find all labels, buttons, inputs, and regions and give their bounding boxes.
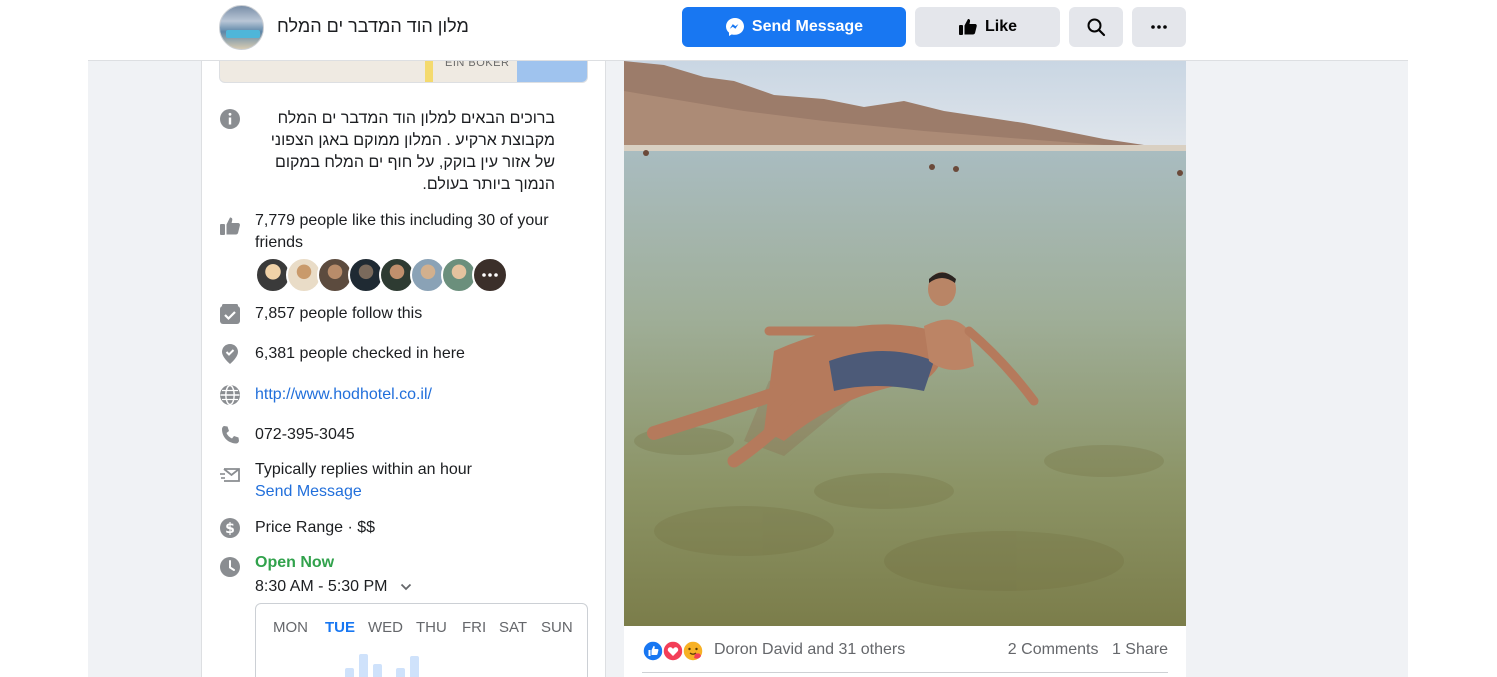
messenger-icon <box>725 18 744 36</box>
like-button[interactable]: Like <box>915 7 1060 47</box>
day-sat[interactable]: SAT <box>499 619 527 636</box>
reactors-text[interactable]: Doron David and 31 others <box>714 640 905 660</box>
day-thu[interactable]: THU <box>416 619 447 636</box>
hours-dropdown[interactable]: 8:30 AM - 5:30 PM <box>255 576 412 598</box>
chevron-down-icon <box>400 583 412 591</box>
response-time: Typically replies within an hour <box>255 461 472 478</box>
send-message-link[interactable]: Send Message <box>255 481 362 503</box>
ellipsis-icon <box>482 273 498 277</box>
day-tue[interactable]: TUE <box>325 619 355 636</box>
reaction-icons[interactable] <box>642 640 708 662</box>
traffic-bar <box>410 656 419 677</box>
like-label: Like <box>984 18 1017 35</box>
ellipsis-icon <box>1151 25 1167 29</box>
phone-number[interactable]: 072-395-3045 <box>255 424 355 446</box>
likes-count-line2[interactable]: friends <box>255 232 303 254</box>
website-link[interactable]: http://www.hodhotel.co.il/ <box>255 384 432 406</box>
day-fri[interactable]: FRI <box>462 619 486 636</box>
day-mon[interactable]: MON <box>273 619 308 636</box>
day-sun[interactable]: SUN <box>541 619 573 636</box>
more-friends-avatar[interactable] <box>472 257 508 293</box>
search-icon <box>1087 18 1106 37</box>
post-footer: Doron David and 31 others 2 Comments 1 S… <box>624 626 1186 677</box>
comments-count[interactable]: 2 Comments <box>1008 641 1099 658</box>
shares-count[interactable]: 1 Share <box>1112 641 1168 658</box>
page-header-bar: מלון הוד המדבר ים המלח Send Message Like <box>0 0 1497 61</box>
send-message-label: Send Message <box>751 18 864 35</box>
price-range: Price Range · $$ <box>255 519 376 536</box>
phone-icon <box>222 426 239 444</box>
hours-text: 8:30 AM - 5:30 PM <box>255 578 388 595</box>
day-wed[interactable]: WED <box>368 619 403 636</box>
send-message-button[interactable]: Send Message <box>682 7 906 47</box>
photo-post: Doron David and 31 others 2 Comments 1 S… <box>624 61 1186 677</box>
follows-count[interactable]: 7,857 people follow this <box>255 303 422 325</box>
footer-divider <box>642 672 1168 673</box>
location-map[interactable]: EIN BOKER <box>219 61 588 83</box>
traffic-bar <box>345 668 354 677</box>
page-title[interactable]: מלון הוד המדבר ים המלח <box>277 16 469 37</box>
thumbs-up-icon <box>958 19 977 35</box>
post-stats: 2 Comments 1 Share <box>999 640 1168 660</box>
dollar-icon: $ <box>220 518 240 538</box>
more-options-button[interactable] <box>1132 7 1186 47</box>
likes-count-line1[interactable]: 7,779 people like this including 30 of y… <box>255 210 549 232</box>
svg-text:$: $ <box>225 521 235 537</box>
location-pin-check-icon <box>222 344 238 364</box>
traffic-bar <box>396 668 405 677</box>
info-icon <box>220 109 240 129</box>
envelope-icon <box>220 468 240 482</box>
page-avatar[interactable] <box>219 5 264 50</box>
clock-icon <box>220 557 240 577</box>
open-status: Open Now <box>255 554 335 571</box>
page: מלון הוד המדבר ים המלח Send Message Like <box>0 0 1497 677</box>
search-button[interactable] <box>1069 7 1123 47</box>
about-description: ברוכים הבאים למלון הוד המדבר ים המלח מקב… <box>270 110 555 193</box>
checkins-count[interactable]: 6,381 people checked in here <box>255 343 465 365</box>
popular-times-chart: MON TUE WED THU FRI SAT SUN <box>255 603 588 677</box>
traffic-bar <box>373 664 382 677</box>
thumbs-up-icon <box>220 217 240 235</box>
post-photo[interactable] <box>624 61 1186 626</box>
globe-icon <box>220 384 240 406</box>
map-label: EIN BOKER <box>445 61 510 69</box>
traffic-bar <box>359 654 368 677</box>
follow-check-icon <box>220 304 240 324</box>
